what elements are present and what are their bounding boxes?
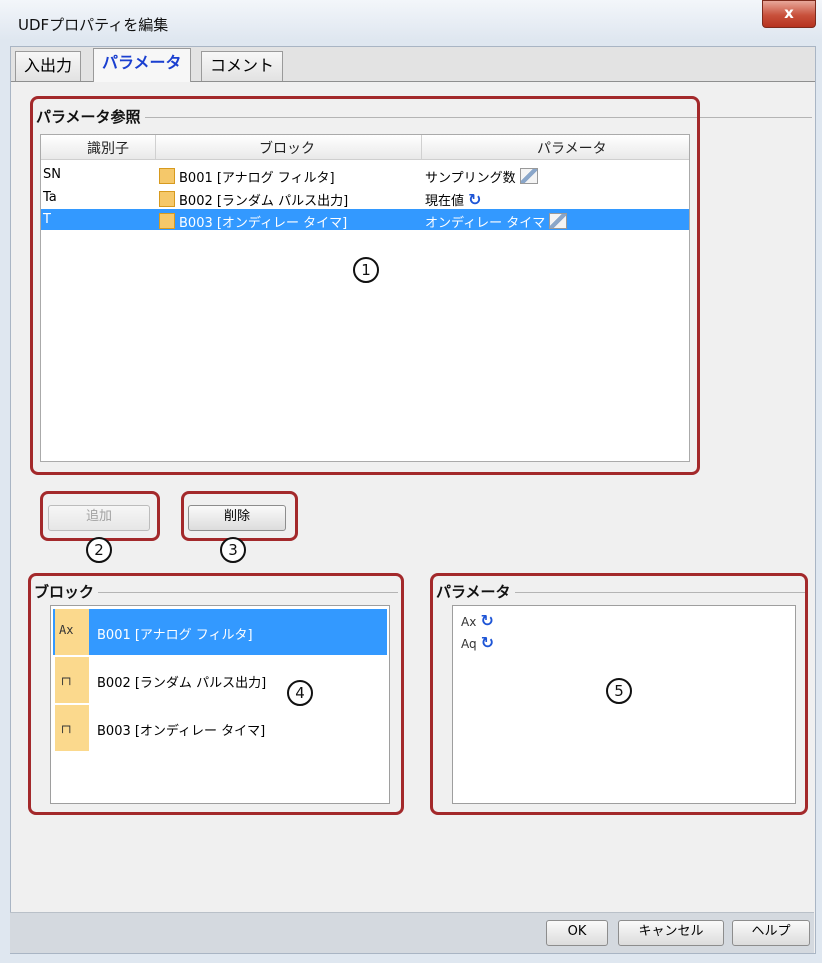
help-button[interactable]: ヘルプ xyxy=(732,920,810,946)
tab-io[interactable]: 入出力 xyxy=(15,51,82,81)
marker-5: 5 xyxy=(606,678,632,704)
title-bar: UDFプロパティを編集 x xyxy=(0,0,822,46)
annotation-box-3 xyxy=(181,491,298,541)
marker-1: 1 xyxy=(353,257,379,283)
annotation-box-4 xyxy=(28,573,404,815)
marker-3: 3 xyxy=(220,537,246,563)
ok-button[interactable]: OK xyxy=(546,920,608,946)
close-button[interactable]: x xyxy=(762,0,816,28)
tab-parameters[interactable]: パラメータ xyxy=(93,48,191,82)
window-title: UDFプロパティを編集 xyxy=(18,16,169,34)
annotation-box-2 xyxy=(40,491,160,541)
marker-2: 2 xyxy=(86,537,112,563)
tab-comment[interactable]: コメント xyxy=(201,51,284,81)
cancel-button[interactable]: キャンセル xyxy=(618,920,724,946)
marker-4: 4 xyxy=(287,680,313,706)
close-icon: x xyxy=(784,4,794,22)
annotation-box-1 xyxy=(30,96,700,475)
tab-bar: 入出力 パラメータ コメント xyxy=(11,47,815,82)
udf-properties-dialog: UDFプロパティを編集 x 入出力 パラメータ コメント パラメータ参照 識別子… xyxy=(0,0,822,963)
